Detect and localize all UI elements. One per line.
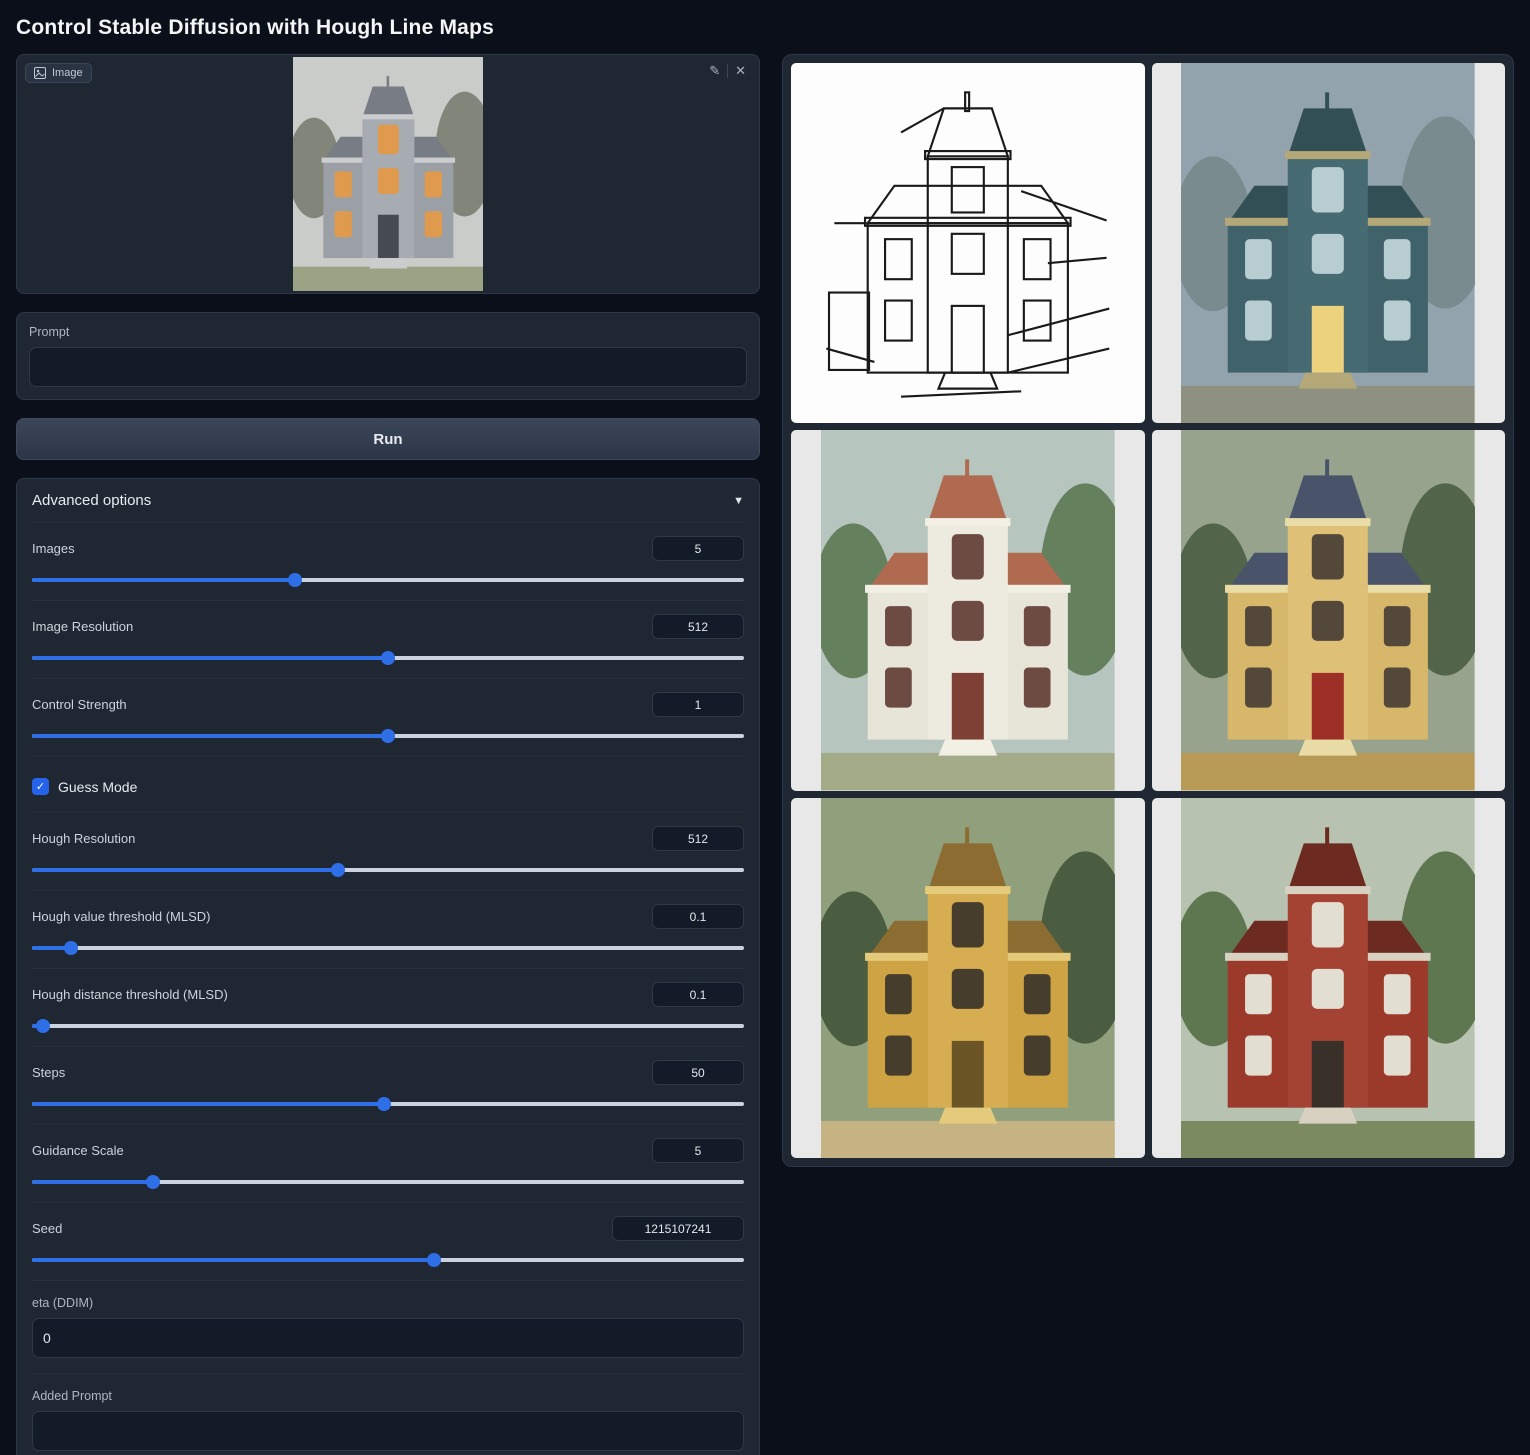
slider-image-resolution[interactable] xyxy=(32,651,744,665)
slider-hough-value-threshold-mlsd[interactable] xyxy=(32,941,744,955)
slider-value-images[interactable]: 5 xyxy=(652,536,744,561)
advanced-options-panel: Advanced options ▼ Images 5 Image Resolu… xyxy=(16,478,760,1455)
slider-label-hough-value-threshold-mlsd: Hough value threshold (MLSD) xyxy=(32,909,210,924)
slider-hough-resolution[interactable] xyxy=(32,863,744,877)
slider-fill xyxy=(32,1258,434,1262)
icon-divider xyxy=(727,64,728,78)
slider-control-strength[interactable] xyxy=(32,729,744,743)
gallery-item-tan-victorian-painting[interactable] xyxy=(1152,430,1506,790)
gallery-item-white-victorian-painting[interactable] xyxy=(791,430,1145,790)
slider-label-hough-resolution: Hough Resolution xyxy=(32,831,135,846)
slider-handle[interactable] xyxy=(427,1253,441,1267)
slider-value-hough-resolution[interactable]: 512 xyxy=(652,826,744,851)
slider-handle[interactable] xyxy=(377,1097,391,1111)
slider-fill xyxy=(32,734,388,738)
checkbox-label: Guess Mode xyxy=(58,779,137,795)
slider-fill xyxy=(32,578,295,582)
slider-handle[interactable] xyxy=(381,729,395,743)
slider-label-images: Images xyxy=(32,541,75,556)
gallery-item-teal-victorian-painting[interactable] xyxy=(1152,63,1506,423)
edit-icon-button[interactable]: ✎ xyxy=(704,61,725,81)
eta-ddim-label: eta (DDIM) xyxy=(32,1296,744,1310)
gallery-item-hough-line-map[interactable] xyxy=(791,63,1145,423)
advanced-options-accordion[interactable]: Advanced options ▼ xyxy=(17,479,759,522)
slider-steps[interactable] xyxy=(32,1097,744,1111)
slider-value-control-strength[interactable]: 1 xyxy=(652,692,744,717)
slider-fill xyxy=(32,868,338,872)
slider-handle[interactable] xyxy=(381,651,395,665)
slider-value-image-resolution[interactable]: 512 xyxy=(652,614,744,639)
eta-ddim-input[interactable] xyxy=(32,1318,744,1358)
run-button[interactable]: Run xyxy=(16,418,760,460)
guess-mode-checkbox[interactable]: ✓ Guess Mode xyxy=(32,770,744,805)
image-icon xyxy=(34,67,46,79)
prompt-panel: Prompt xyxy=(16,312,760,400)
slider-fill xyxy=(32,656,388,660)
input-image[interactable] xyxy=(19,57,757,291)
slider-handle[interactable] xyxy=(288,573,302,587)
slider-seed[interactable] xyxy=(32,1253,744,1267)
slider-track[interactable] xyxy=(32,1024,744,1028)
slider-label-steps: Steps xyxy=(32,1065,65,1080)
gallery-item-red-victorian-painting[interactable] xyxy=(1152,798,1506,1158)
added-prompt-label: Added Prompt xyxy=(32,1389,744,1403)
slider-label-guidance-scale: Guidance Scale xyxy=(32,1143,124,1158)
image-label: Image xyxy=(52,67,83,79)
slider-fill xyxy=(32,1180,153,1184)
slider-handle[interactable] xyxy=(36,1019,50,1033)
slider-value-hough-value-threshold-mlsd[interactable]: 0.1 xyxy=(652,904,744,929)
slider-fill xyxy=(32,1102,384,1106)
slider-value-seed[interactable]: 1215107241 xyxy=(612,1216,744,1241)
slider-value-steps[interactable]: 50 xyxy=(652,1060,744,1085)
checkbox-check-icon: ✓ xyxy=(32,778,49,795)
prompt-label: Prompt xyxy=(29,325,747,339)
slider-handle[interactable] xyxy=(331,863,345,877)
slider-value-hough-distance-threshold-mlsd[interactable]: 0.1 xyxy=(652,982,744,1007)
slider-guidance-scale[interactable] xyxy=(32,1175,744,1189)
added-prompt-input[interactable] xyxy=(32,1411,744,1451)
advanced-options-label: Advanced options xyxy=(32,492,151,509)
slider-label-seed: Seed xyxy=(32,1221,62,1236)
gallery-item-gold-victorian-painting[interactable] xyxy=(791,798,1145,1158)
slider-label-control-strength: Control Strength xyxy=(32,697,127,712)
slider-label-image-resolution: Image Resolution xyxy=(32,619,133,634)
slider-label-hough-distance-threshold-mlsd: Hough distance threshold (MLSD) xyxy=(32,987,228,1002)
slider-hough-distance-threshold-mlsd[interactable] xyxy=(32,1019,744,1033)
image-label-badge: Image xyxy=(25,63,92,83)
app-root: Control Stable Diffusion with Hough Line… xyxy=(0,0,1530,1455)
page-title: Control Stable Diffusion with Hough Line… xyxy=(16,16,1514,40)
slider-track[interactable] xyxy=(32,946,744,950)
image-input-panel: Image ✎ ✕ xyxy=(16,54,760,294)
prompt-input[interactable] xyxy=(29,347,747,387)
slider-handle[interactable] xyxy=(64,941,78,955)
clear-icon-button[interactable]: ✕ xyxy=(730,61,751,81)
slider-images[interactable] xyxy=(32,573,744,587)
slider-handle[interactable] xyxy=(146,1175,160,1189)
result-gallery xyxy=(782,54,1514,1167)
slider-value-guidance-scale[interactable]: 5 xyxy=(652,1138,744,1163)
chevron-down-icon: ▼ xyxy=(733,495,744,507)
